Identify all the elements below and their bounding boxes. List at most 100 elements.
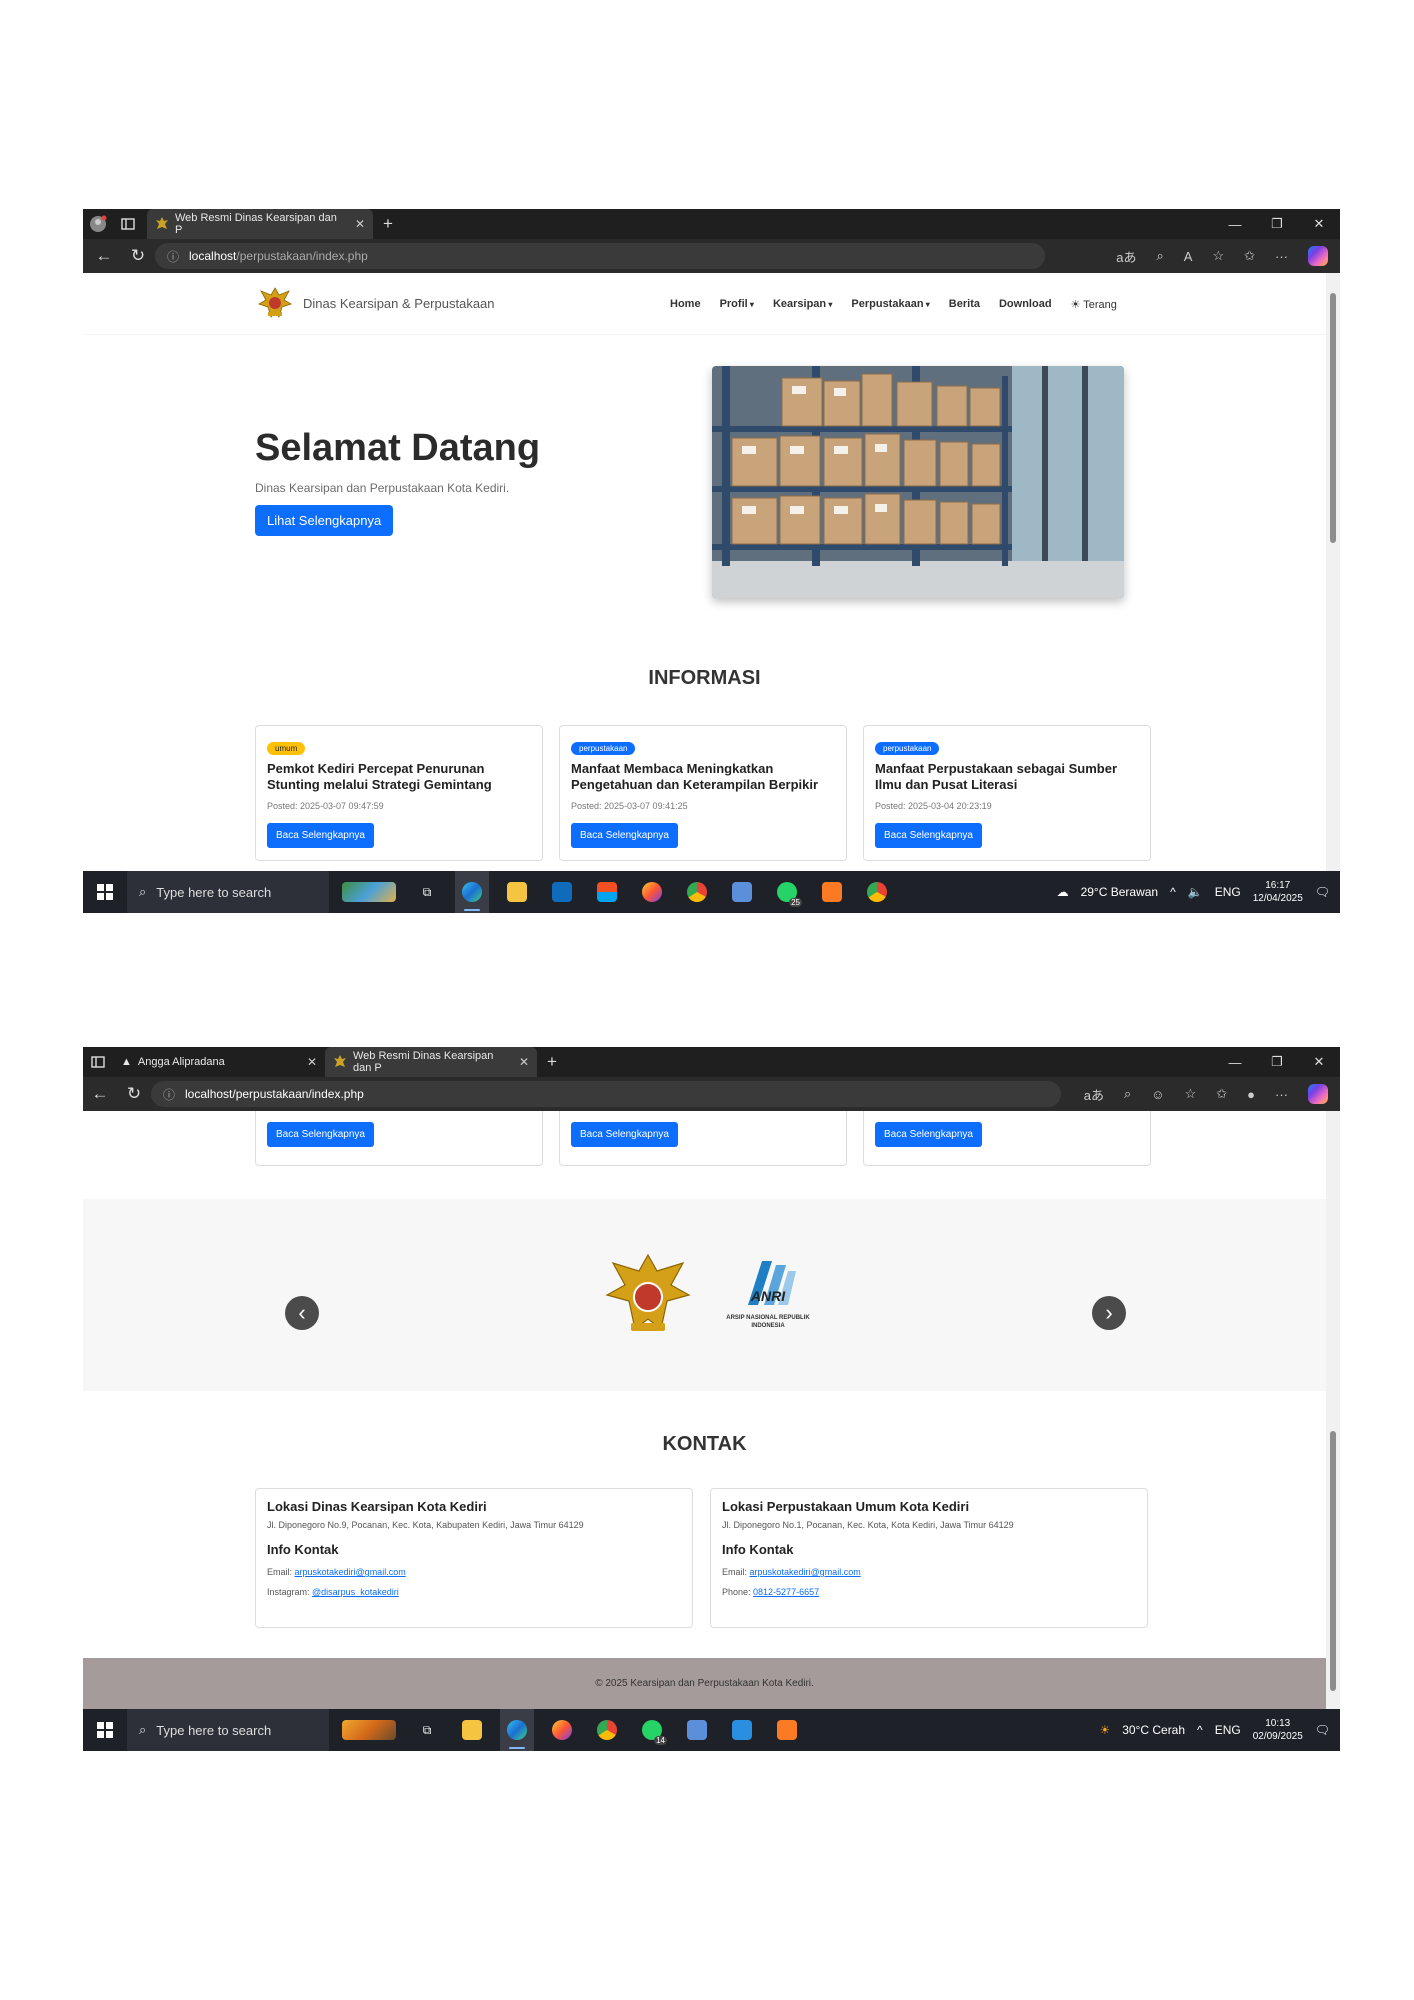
file-explorer-icon[interactable] — [500, 871, 534, 913]
windows-start-icon[interactable] — [83, 1722, 127, 1738]
firefox-icon[interactable] — [545, 1709, 579, 1751]
copilot-icon[interactable] — [1308, 246, 1328, 266]
more-menu-icon[interactable]: ··· — [1275, 1087, 1288, 1102]
language-indicator[interactable]: ENG — [1215, 885, 1241, 899]
chrome-icon[interactable] — [680, 871, 714, 913]
menu-kearsipan[interactable]: Kearsipan — [773, 298, 832, 310]
close-tab-icon[interactable]: ✕ — [519, 1055, 529, 1069]
email-link[interactable]: arpuskotakediri@gmail.com — [750, 1567, 861, 1577]
menu-profil[interactable]: Profil — [720, 298, 754, 310]
read-more-button[interactable]: Baca Selengkapnya — [267, 823, 374, 848]
back-arrow-icon[interactable]: ← — [87, 246, 121, 266]
favorites-list-icon[interactable]: ✩ — [1216, 1086, 1227, 1102]
weather-sun-icon[interactable]: ☀ — [1099, 1723, 1110, 1737]
zoom-icon[interactable]: ⌕ — [1156, 248, 1163, 264]
whatsapp-icon[interactable]: 14 — [635, 1709, 669, 1751]
carousel-next-icon[interactable]: › — [1092, 1296, 1126, 1330]
close-tab-icon[interactable]: ✕ — [307, 1055, 317, 1069]
file-explorer-icon[interactable] — [455, 1709, 489, 1751]
zoom-icon[interactable]: ⌕ — [1124, 1086, 1131, 1102]
minimize-icon[interactable]: — — [1214, 209, 1256, 239]
xampp-icon[interactable] — [815, 871, 849, 913]
page-scrollbar[interactable] — [1326, 273, 1340, 871]
menu-download[interactable]: Download — [999, 298, 1052, 310]
edge-icon[interactable] — [455, 871, 489, 913]
language-indicator[interactable]: ENG — [1215, 1723, 1241, 1737]
remote-desktop-icon[interactable] — [680, 1709, 714, 1751]
address-field[interactable]: ⓘ localhost/perpustakaan/index.php — [151, 1081, 1061, 1107]
profile-icon[interactable]: ● — [1247, 1087, 1255, 1102]
remote-desktop-icon[interactable] — [725, 871, 759, 913]
favorite-star-icon[interactable]: ☆ — [1212, 248, 1224, 264]
refresh-icon[interactable]: ↻ — [121, 246, 155, 266]
store-icon[interactable] — [590, 871, 624, 913]
scrollbar-thumb[interactable] — [1330, 1431, 1336, 1691]
notification-center-icon[interactable]: 🗨 — [1315, 1723, 1330, 1737]
read-more-button[interactable]: Baca Selengkapnya — [875, 823, 982, 848]
taskbar-search-input[interactable]: ⌕ Type here to search — [127, 1709, 329, 1751]
tab-actions-icon[interactable] — [113, 209, 143, 239]
new-tab-icon[interactable]: + — [373, 209, 403, 239]
chrome-icon[interactable] — [860, 871, 894, 913]
whatsapp-icon[interactable]: 25 — [770, 871, 804, 913]
back-arrow-icon[interactable]: ← — [83, 1084, 117, 1104]
weather-cloud-icon[interactable]: ☁ — [1057, 885, 1069, 899]
volume-icon[interactable]: 🔈 — [1188, 885, 1203, 899]
copilot-icon[interactable] — [1308, 1084, 1328, 1104]
translate-icon[interactable]: aあ — [1084, 1085, 1104, 1104]
tray-chevron-icon[interactable]: ^ — [1197, 1723, 1203, 1737]
taskbar-search-input[interactable]: ⌕ Type here to search — [127, 871, 329, 913]
close-window-icon[interactable]: ✕ — [1298, 1047, 1340, 1077]
search-highlight-icon[interactable] — [339, 871, 399, 913]
info-icon[interactable]: ⓘ — [167, 248, 179, 265]
more-menu-icon[interactable]: ··· — [1275, 249, 1288, 264]
notification-center-icon[interactable]: 🗨 — [1315, 885, 1330, 899]
clock[interactable]: 10:13 02/09/2025 — [1253, 1717, 1303, 1743]
restore-icon[interactable]: ❐ — [1256, 1047, 1298, 1077]
carousel-prev-icon[interactable]: ‹ — [285, 1296, 319, 1330]
close-tab-icon[interactable]: ✕ — [355, 217, 365, 231]
minimize-icon[interactable]: — — [1214, 1047, 1256, 1077]
favorite-star-icon[interactable]: ☆ — [1185, 1086, 1197, 1102]
new-tab-icon[interactable]: + — [537, 1047, 567, 1077]
windows-start-icon[interactable] — [83, 884, 127, 900]
weather-text[interactable]: 30°C Cerah — [1122, 1723, 1185, 1737]
news-title[interactable]: Pemkot Kediri Percepat Penurunan Stuntin… — [267, 761, 531, 793]
task-view-icon[interactable]: ⧉ — [410, 1709, 444, 1751]
read-aloud-icon[interactable]: A — [1184, 249, 1193, 264]
tray-chevron-icon[interactable]: ^ — [1170, 885, 1176, 899]
tab-actions-icon[interactable] — [83, 1047, 113, 1077]
browser-tab-active[interactable]: Web Resmi Dinas Kearsipan dan P ✕ — [147, 209, 373, 239]
close-window-icon[interactable]: ✕ — [1298, 209, 1340, 239]
browser-tab-active[interactable]: Web Resmi Dinas Kearsipan dan P ✕ — [325, 1047, 537, 1077]
refresh-icon[interactable]: ↻ — [117, 1084, 151, 1104]
favorites-list-icon[interactable]: ✩ — [1244, 248, 1255, 264]
firefox-icon[interactable] — [635, 871, 669, 913]
edge-icon[interactable] — [500, 1709, 534, 1751]
info-icon[interactable]: ⓘ — [163, 1086, 175, 1103]
browser-tab[interactable]: ▲ Angga Alipradana ✕ — [113, 1047, 325, 1077]
search-highlight-icon[interactable] — [339, 1709, 399, 1751]
address-field[interactable]: ⓘ localhost/perpustakaan/index.php — [155, 243, 1045, 269]
xampp-icon[interactable] — [770, 1709, 804, 1751]
phone-link[interactable]: 0812-5277-6657 — [753, 1587, 819, 1597]
menu-home[interactable]: Home — [670, 298, 701, 310]
chrome-icon[interactable] — [590, 1709, 624, 1751]
read-more-button[interactable]: Baca Selengkapnya — [571, 1122, 678, 1147]
restore-icon[interactable]: ❐ — [1256, 209, 1298, 239]
vscode-icon[interactable] — [725, 1709, 759, 1751]
hero-more-button[interactable]: Lihat Selengkapnya — [255, 505, 394, 536]
news-title[interactable]: Manfaat Membaca Meningkatkan Pengetahuan… — [571, 761, 835, 793]
site-brand[interactable]: Dinas Kearsipan & Perpustakaan — [255, 282, 495, 325]
instagram-link[interactable]: @disarpus_kotakediri — [312, 1587, 399, 1597]
page-scrollbar[interactable] — [1326, 1111, 1340, 1709]
menu-perpustakaan[interactable]: Perpustakaan — [851, 298, 929, 310]
outlook-icon[interactable] — [545, 871, 579, 913]
email-link[interactable]: arpuskotakediri@gmail.com — [295, 1567, 406, 1577]
read-more-button[interactable]: Baca Selengkapnya — [875, 1122, 982, 1147]
translate-icon[interactable]: aあ — [1116, 247, 1136, 266]
scrollbar-thumb[interactable] — [1330, 293, 1336, 543]
read-more-button[interactable]: Baca Selengkapnya — [571, 823, 678, 848]
menu-berita[interactable]: Berita — [949, 298, 980, 310]
task-view-icon[interactable]: ⧉ — [410, 871, 444, 913]
